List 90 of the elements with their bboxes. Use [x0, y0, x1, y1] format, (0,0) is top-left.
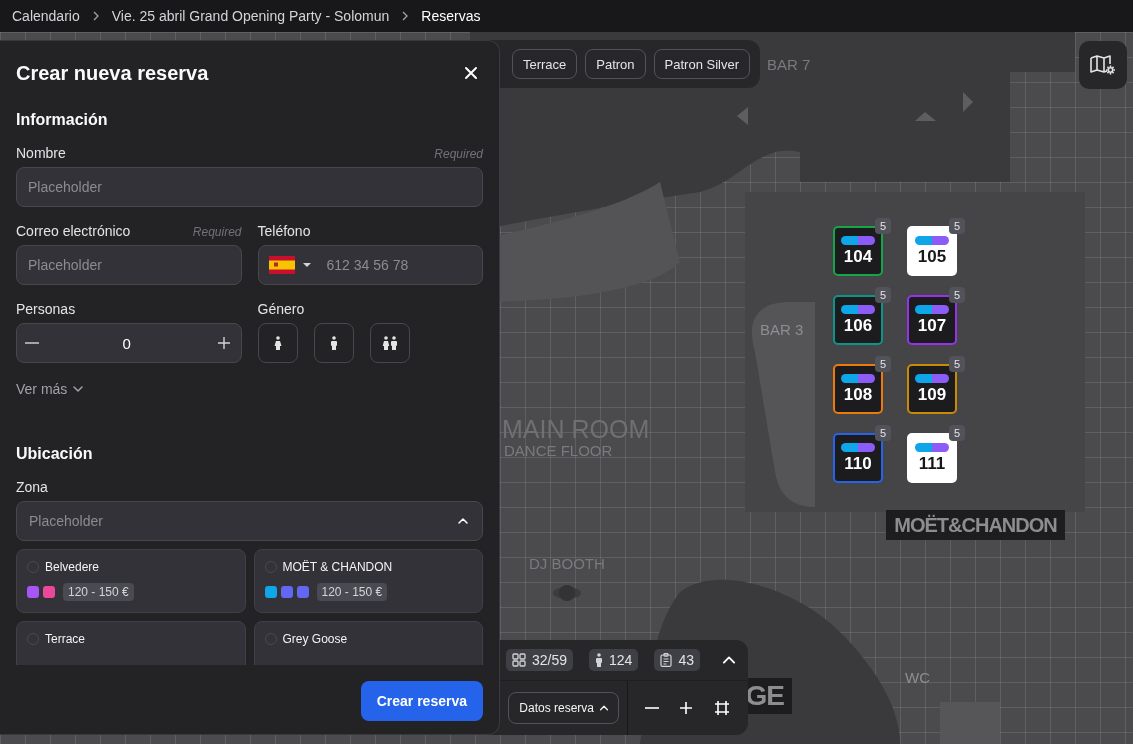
flag-icon [268, 256, 295, 274]
close-icon [463, 65, 479, 81]
minus-icon [25, 342, 39, 344]
breadcrumb-link[interactable]: Calendario [12, 8, 80, 24]
status-bar-icon [915, 304, 949, 314]
clipboard-icon [660, 653, 673, 667]
table-number: 111 [918, 453, 946, 474]
area-label: WC [905, 670, 930, 685]
person-icon [595, 653, 604, 667]
reservation-data-button[interactable]: Datos reserva [508, 692, 619, 724]
table-number: 106 [843, 315, 873, 336]
seat-count-badge: 5 [949, 287, 965, 303]
gender-option-button[interactable] [257, 323, 298, 363]
zone-option[interactable]: Belvedere 120 - 150 € [16, 549, 246, 613]
zone-filter-chip[interactable]: Patron Silver [653, 49, 750, 79]
gender-option-button[interactable] [369, 323, 410, 363]
zone-option[interactable]: Terrace [16, 621, 246, 665]
status-bar-icon [841, 304, 875, 314]
zone-select[interactable]: Placeholder [16, 501, 483, 541]
status-bar-icon [915, 442, 949, 452]
table-number: 105 [917, 246, 947, 267]
country-select[interactable] [268, 256, 311, 274]
female-icon [272, 336, 283, 350]
zone-name: Belvedere [45, 560, 100, 574]
map-settings-button[interactable] [1079, 41, 1127, 89]
seat-count-badge: 5 [875, 425, 891, 441]
create-reservation-button[interactable]: Crear reserva [360, 681, 483, 721]
status-bar-icon [915, 373, 949, 383]
seat-count-badge: 5 [875, 218, 891, 234]
seat-count-badge: 5 [875, 356, 891, 372]
status-bar-icon [841, 442, 875, 452]
section-heading: Ubicación [16, 445, 94, 463]
field-label: Personas [16, 301, 76, 317]
required-note: Required [192, 225, 242, 239]
phone-field[interactable]: 612 34 56 78 [257, 245, 483, 285]
area-label: BAR 3 [760, 322, 804, 337]
grid-icon [512, 653, 526, 667]
arrow-icon [915, 112, 936, 121]
gender-option-button[interactable] [313, 323, 354, 363]
zone-name: Terrace [45, 632, 85, 646]
sponsor-sign: MOËT&CHANDON [886, 510, 1065, 540]
seat-count-badge: 5 [949, 218, 965, 234]
price-range: 120 - 150 € [316, 583, 388, 601]
status-bar-icon [915, 235, 949, 245]
seat-count-badge: 5 [949, 356, 965, 372]
zone-option[interactable]: Grey Goose [253, 621, 483, 665]
field-label: Género [257, 301, 305, 317]
field-label: Nombre [16, 145, 66, 161]
status-bar-icon [841, 235, 875, 245]
dj-booth-icon [553, 585, 581, 601]
area-label: BAR 7 [767, 57, 811, 72]
zone-name: Grey Goose [282, 632, 348, 646]
name-input[interactable]: Placeholder [16, 167, 483, 207]
plus-icon [677, 699, 695, 717]
zone-filter-chip[interactable]: Terrace [511, 49, 578, 79]
zone-filter-chip[interactable]: Patron [585, 49, 646, 79]
table-number: 104 [843, 246, 873, 267]
table-number: 110 [844, 453, 872, 474]
stat-value: 43 [678, 652, 694, 668]
arrow-icon [963, 92, 973, 112]
table-number: 107 [917, 315, 947, 336]
arrow-icon [737, 107, 748, 125]
caret-icon [302, 262, 311, 268]
breadcrumb-link[interactable]: Reservas [421, 8, 481, 24]
breadcrumb-link[interactable]: Vie. 25 abril Grand Opening Party - Solomun [111, 8, 390, 24]
people-count: 0 [122, 334, 131, 352]
stat-value: 124 [609, 652, 633, 668]
male-icon [329, 336, 338, 350]
zone-option[interactable]: MOËT & CHANDON 120 - 150 € [253, 549, 483, 613]
minus-icon [645, 707, 659, 709]
price-range: 120 - 150 € [63, 583, 134, 601]
frame-icon [713, 699, 731, 717]
seat-count-badge: 5 [875, 287, 891, 303]
table-number: 109 [917, 384, 947, 405]
show-more-link[interactable]: Ver más [16, 381, 86, 397]
section-heading: Información [16, 111, 109, 129]
zone-name: MOËT & CHANDON [282, 560, 393, 574]
field-label: Correo electrónico [16, 223, 131, 239]
seat-count-badge: 5 [949, 425, 965, 441]
status-bar-icon [841, 373, 875, 383]
phone-input[interactable]: 612 34 56 78 [318, 257, 472, 273]
field-label: Zona [16, 479, 48, 495]
map-settings-icon [1090, 54, 1116, 76]
panel-title: Crear nueva reserva [16, 61, 209, 85]
field-label: Teléfono [257, 223, 311, 239]
table-number: 108 [843, 384, 873, 405]
couple-icon [381, 336, 398, 350]
email-input[interactable]: Placeholder [16, 245, 242, 285]
required-note: Required [434, 147, 483, 161]
stat-value: 32/59 [532, 652, 568, 668]
